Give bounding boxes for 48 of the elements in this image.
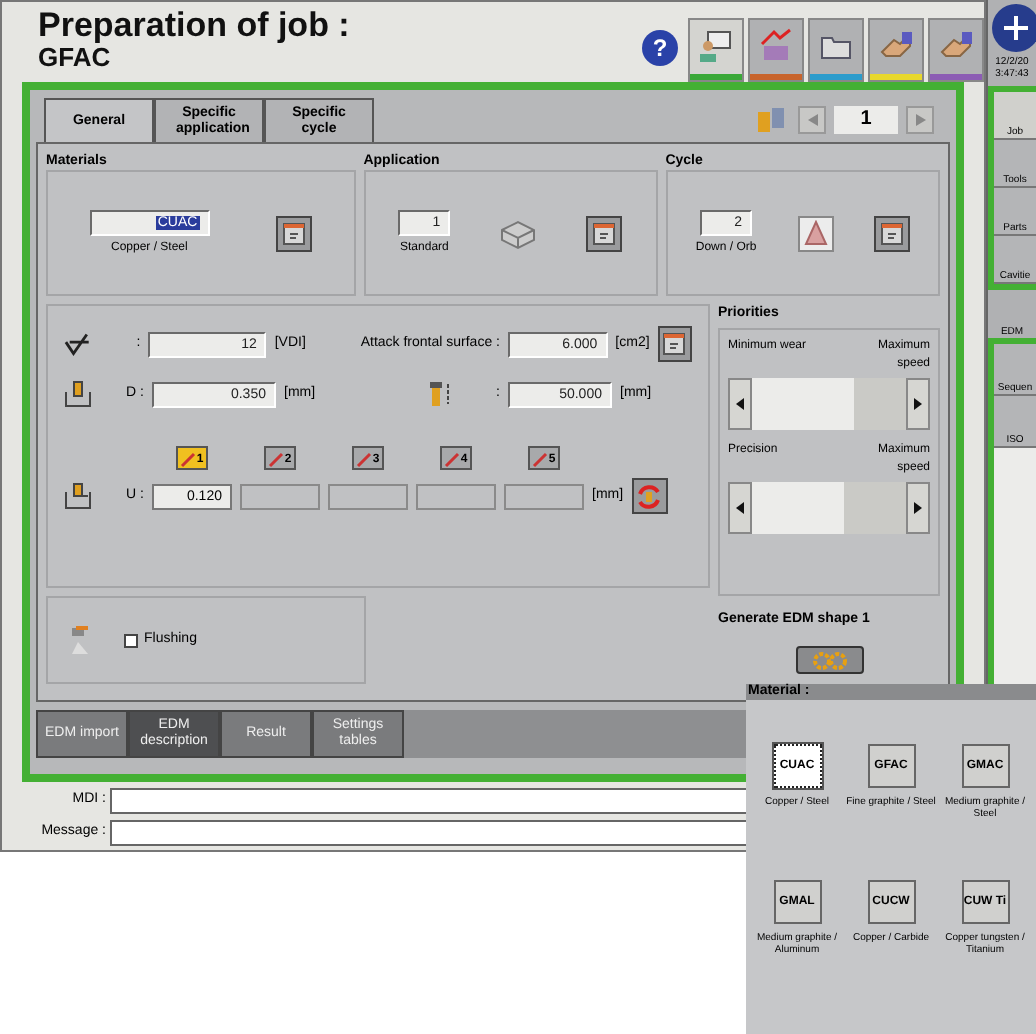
electrode-undersize-icon: [64, 482, 92, 510]
scroll-right-button[interactable]: [906, 482, 930, 534]
edit-button[interactable]: [586, 215, 623, 251]
toolbar-button[interactable]: [688, 18, 744, 82]
toolbar-button[interactable]: [808, 18, 864, 82]
left-arrow-icon: [807, 114, 817, 126]
toolbar-button[interactable]: [868, 18, 924, 82]
edit-button[interactable]: [657, 326, 692, 362]
left-arrow-icon: [736, 502, 744, 514]
input-field[interactable]: [328, 483, 408, 509]
gears-icon: [811, 651, 847, 669]
edit-button[interactable]: [276, 215, 313, 251]
electrode-icon: [444, 450, 461, 468]
edit-button[interactable]: [873, 215, 910, 251]
electrode-depth-icon: [64, 380, 92, 408]
help-button[interactable]: ?: [642, 30, 678, 66]
document-icon: [879, 221, 904, 245]
cone-icon: [797, 215, 834, 251]
electrode-length-icon: [428, 380, 452, 408]
document-icon: [282, 221, 307, 245]
page-number: 1: [834, 106, 898, 134]
input-field[interactable]: [416, 483, 496, 509]
electrode-icon: [356, 450, 373, 468]
roughness-icon: [64, 332, 91, 356]
scroll-left-button[interactable]: [728, 482, 752, 534]
electrode-icon: [532, 450, 549, 468]
scroll-right-button[interactable]: [906, 378, 930, 430]
left-arrow-icon: [736, 398, 744, 410]
flushing-checkbox[interactable]: [124, 633, 138, 647]
input-field[interactable]: [504, 483, 584, 509]
window-title: Preparation of job :: [38, 8, 350, 44]
right-arrow-icon: [914, 502, 922, 514]
operator-icon: [698, 28, 734, 64]
document-icon: [592, 221, 617, 245]
refresh-button[interactable]: [631, 478, 668, 514]
input-field[interactable]: [240, 483, 320, 509]
refresh-icon: [636, 483, 663, 509]
block-icon: [500, 217, 537, 249]
right-arrow-icon: [914, 398, 922, 410]
scroll-left-button[interactable]: [728, 378, 752, 430]
right-arrow-icon: [915, 114, 925, 126]
toolbar-button[interactable]: [928, 18, 984, 82]
job-name: GFAC: [38, 44, 111, 72]
electrode-icon: [180, 450, 197, 468]
electrode-icon: [268, 450, 285, 468]
parts-box-icon: [758, 28, 794, 64]
document-icon: [662, 332, 687, 356]
generate-button[interactable]: [795, 646, 863, 674]
